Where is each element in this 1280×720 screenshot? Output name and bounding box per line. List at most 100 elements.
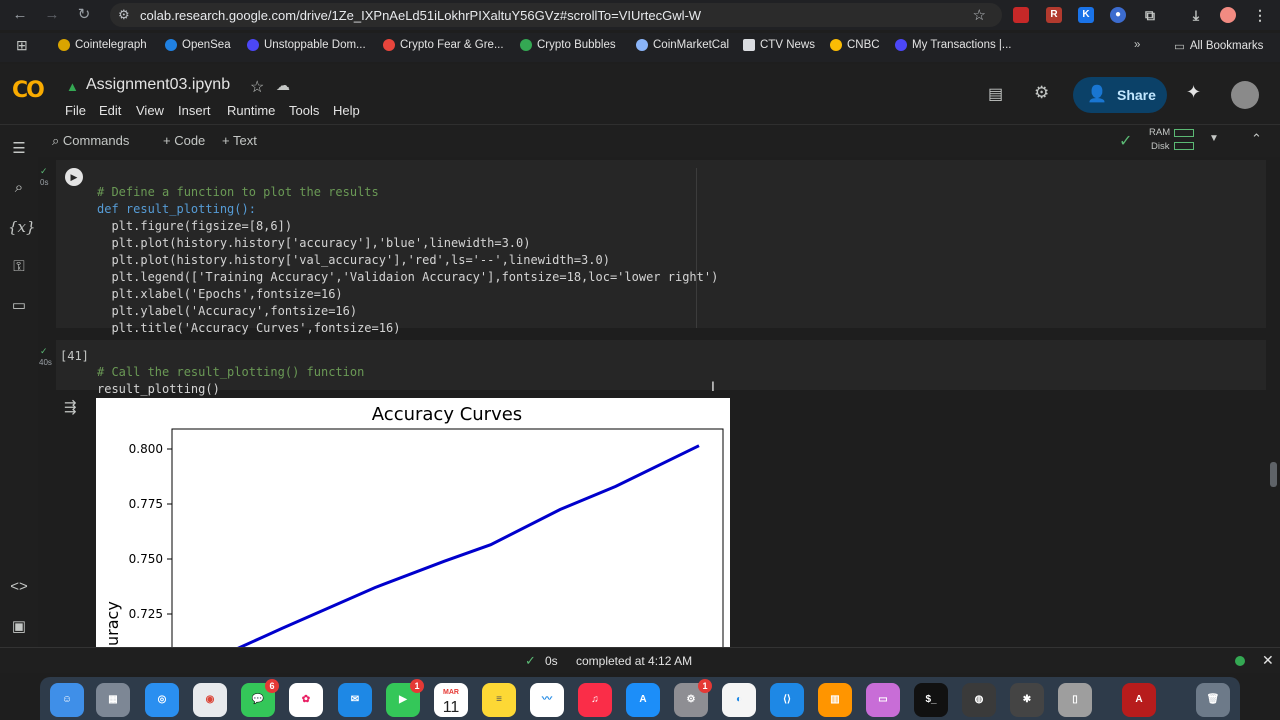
terminal-icon[interactable]: ▣ [8,616,30,638]
share-button[interactable]: 👤 Share [1073,77,1167,113]
bookmark-item[interactable]: Unstoppable Dom... [247,39,366,51]
run-cell-icon[interactable]: ▶ [65,168,83,186]
calendar-icon[interactable]: MAR 11 [434,683,468,717]
bookmark-item[interactable]: My Transactions |... [895,39,1012,51]
ram-meter[interactable] [1174,129,1194,137]
address-bar[interactable]: ⚙ colab.research.google.com/drive/1Ze_IX… [110,3,1002,27]
safari-icon[interactable]: ◎ [145,683,179,717]
extensions-puzzle-icon[interactable]: ⧉ [1142,7,1158,23]
code-line: plt.title('Accuracy Curves',fontsize=16) [97,321,401,335]
scrollbar-thumb[interactable] [1270,462,1277,487]
forward-icon[interactable]: → [42,5,62,25]
system-settings-icon[interactable]: ⚙ 1 [674,679,712,717]
runtime-dropdown-icon[interactable]: ▼ [1209,133,1219,144]
freeform-icon[interactable]: 〰 [530,683,564,717]
code-cell[interactable]: ✓ 0s ▶ # Define a function to plot the r… [40,160,1266,335]
books-icon[interactable]: ▥ [818,683,852,717]
folder-app-icon[interactable]: ▭ [866,683,900,717]
code-cell[interactable]: ✓ 40s [41] # Call the result_plotting() … [39,340,1266,396]
notes-icon[interactable]: ≡ [482,683,516,717]
bookmark-star-icon[interactable]: ☆ [973,6,986,24]
bookmark-item[interactable]: Cointelegraph [58,39,147,51]
bookmark-item[interactable]: Crypto Bubbles [520,39,616,51]
add-code-button[interactable]: + Code [163,133,205,148]
comments-icon[interactable]: ▤ [988,84,1003,104]
vscode-icon[interactable]: ⟨⟩ [770,683,804,717]
site-settings-icon[interactable]: ⚙ [118,7,130,23]
menu-runtime[interactable]: Runtime [227,103,275,118]
collapse-chevron-icon[interactable]: ⌃ [1251,131,1262,147]
music-icon[interactable]: ♫ [578,683,612,717]
close-status-icon[interactable]: ✕ [1262,652,1274,669]
commands-button[interactable]: ⌕ Commands [52,133,129,149]
variables-icon[interactable]: {x} [8,216,36,238]
app-store-icon[interactable]: A [626,683,660,717]
cell-source[interactable]: # Call the result_plotting() function re… [97,347,364,398]
all-bookmarks[interactable]: ▭ All Bookmarks [1174,39,1263,53]
bookmark-item[interactable]: CNBC [830,39,880,51]
chrome-icon[interactable]: ◉ [193,683,227,717]
profile-avatar[interactable] [1220,7,1236,23]
extension-circle-icon[interactable]: ● [1110,7,1126,23]
acrobat-icon[interactable]: A [1122,683,1156,717]
launchpad-icon[interactable]: ▦ [96,683,130,717]
extension-r-icon[interactable]: R [1046,7,1062,23]
drive-icon[interactable]: ▲ [66,79,79,94]
bookmark-favicon [383,39,395,51]
output-actions-icon[interactable]: ⇶ [64,398,77,416]
status-check-icon: ✓ [525,653,536,668]
secrets-key-icon[interactable]: ⚿ [8,256,30,278]
menu-edit[interactable]: Edit [99,103,121,118]
bookmark-favicon [520,39,532,51]
facetime-icon[interactable]: ▶ 1 [386,679,424,717]
menu-insert[interactable]: Insert [178,103,211,118]
notebook-title[interactable]: Assignment03.ipynb [86,76,230,94]
trash-icon[interactable]: 🗑 [1196,683,1230,717]
y-tick-label: 0.750 [129,552,163,566]
menu-file[interactable]: File [65,103,86,118]
code-snippets-icon[interactable]: <> [8,576,30,598]
mail-icon[interactable]: ✉ [338,683,372,717]
bookmark-item[interactable]: OpenSea [165,39,231,51]
menu-view[interactable]: View [136,103,164,118]
plot-frame [171,428,724,647]
finder-icon[interactable]: ☺ [50,683,84,717]
apps-grid-icon[interactable]: ⊞ [16,37,28,54]
reload-icon[interactable]: ↻ [74,5,94,25]
bookmark-item[interactable]: CoinMarketCal [636,39,729,51]
download-icon[interactable]: ⤓ [1188,7,1204,23]
bookmark-item[interactable]: CTV News [743,39,815,51]
settings-gear-icon[interactable]: ⚙ [1034,83,1049,103]
gemini-sparkle-icon[interactable]: ✦ [1186,82,1201,103]
messages-icon[interactable]: 💬 6 [241,679,279,717]
more-bookmarks-icon[interactable]: » [1134,39,1140,51]
bitwarden-icon[interactable]: ◐ [722,683,756,717]
user-avatar[interactable] [1231,81,1259,109]
extension-k-icon[interactable]: K [1078,7,1094,23]
browser-toolbar: ← → ↻ ⚙ colab.research.google.com/drive/… [0,0,1280,30]
bookmark-favicon [743,39,755,51]
back-icon[interactable]: ← [10,5,30,25]
photos-icon[interactable]: ✿ [289,683,323,717]
cell-exec-time: 40s [39,358,52,367]
obs-icon[interactable]: ◍ [962,683,996,717]
chrome-menu-icon[interactable]: ⋮ [1252,7,1268,23]
bookmark-item[interactable]: Crypto Fear & Gre... [383,39,504,51]
cloud-icon[interactable]: ☁ [276,77,290,94]
terminal-app-icon[interactable]: $_ [914,683,948,717]
colab-logo[interactable]: CO [12,78,45,103]
cell-source[interactable]: # Define a function to plot the results … [97,167,718,337]
menu-tools[interactable]: Tools [289,103,319,118]
table-of-contents-icon[interactable]: ☰ [8,138,30,160]
menu-help[interactable]: Help [333,103,360,118]
code-line: plt.figure(figsize=[8,6]) [97,219,293,233]
tools-app-icon[interactable]: ✱ [1010,683,1044,717]
facetime-badge: 1 [410,679,424,693]
find-icon[interactable]: ⌕ [8,177,30,199]
extension-fox-icon[interactable] [1013,7,1029,23]
files-folder-icon[interactable]: ▭ [8,295,30,317]
iphone-mirroring-icon[interactable]: ▯ [1058,683,1092,717]
disk-meter[interactable] [1174,142,1194,150]
star-icon[interactable]: ☆ [250,77,264,97]
add-text-button[interactable]: + Text [222,133,257,148]
